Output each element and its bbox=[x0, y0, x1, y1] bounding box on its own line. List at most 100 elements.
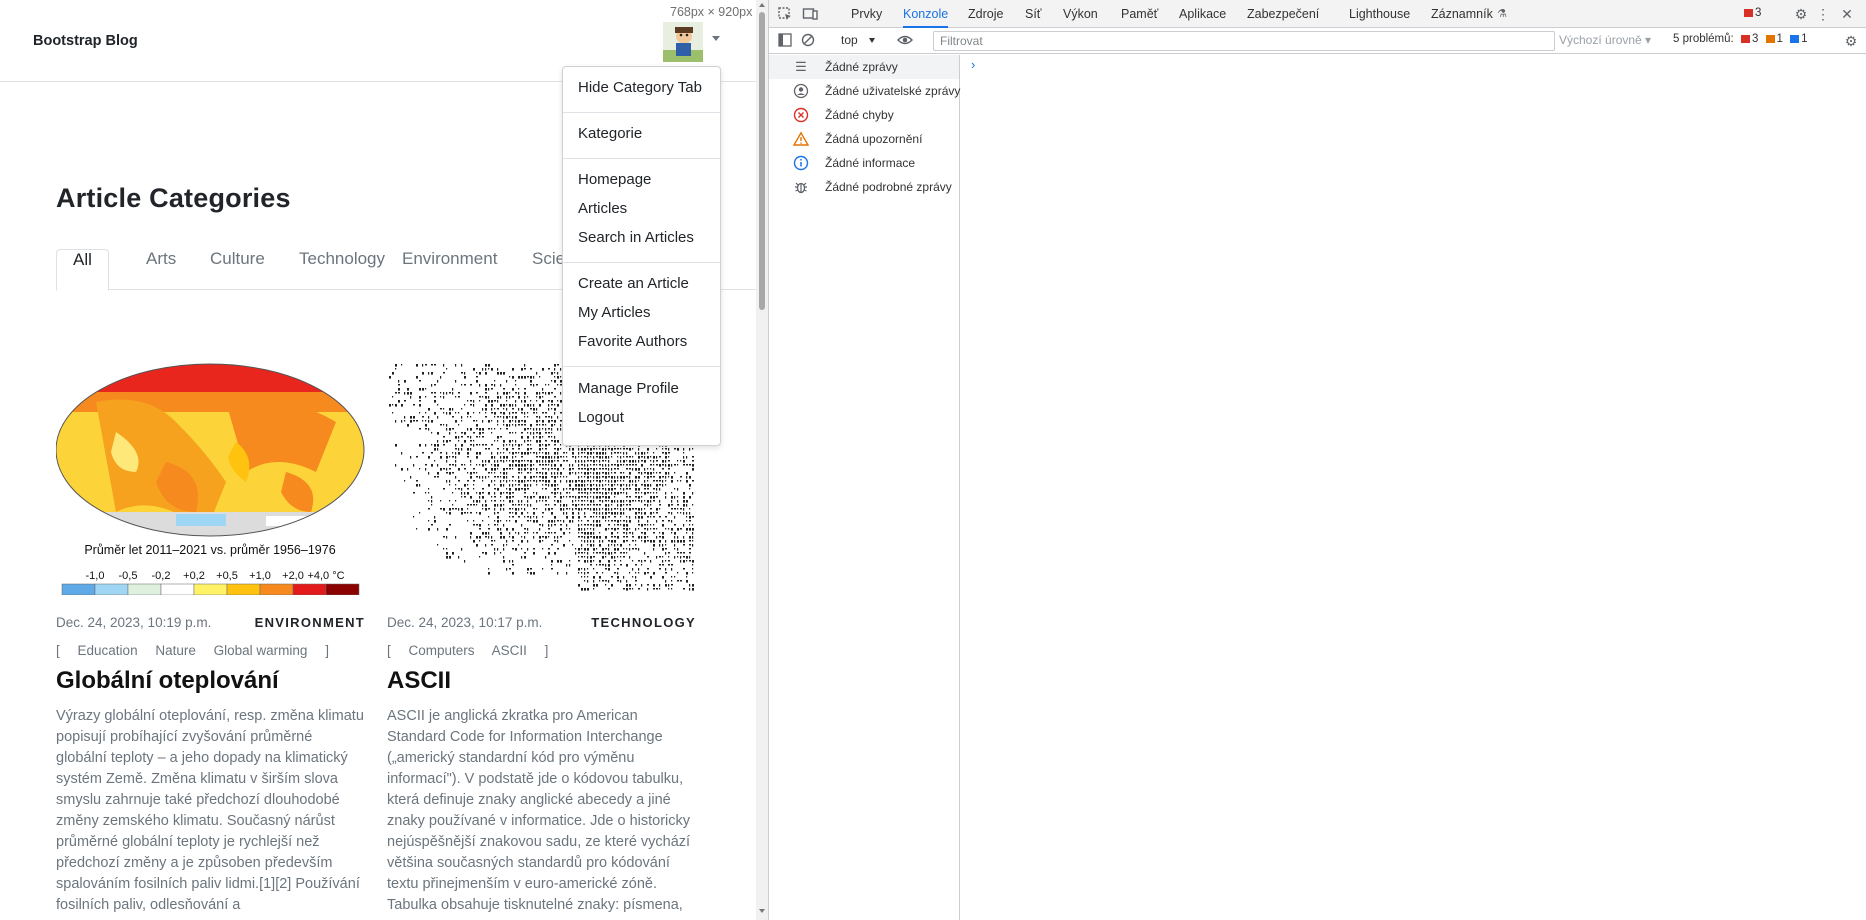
ascii-pixel bbox=[485, 372, 487, 375]
tab-all[interactable]: All bbox=[56, 249, 109, 291]
menu-item-kategorie[interactable]: Kategorie bbox=[578, 125, 642, 142]
tag[interactable]: Computers bbox=[409, 643, 475, 658]
clear-console-icon[interactable] bbox=[800, 33, 816, 49]
device-toolbar-icon[interactable] bbox=[802, 6, 818, 22]
devtools-tab-security[interactable]: Zabezpečení bbox=[1247, 0, 1319, 28]
ascii-pixel bbox=[542, 480, 544, 482]
devtools-tab-sources[interactable]: Zdroje bbox=[968, 0, 1003, 28]
ascii-pixel bbox=[518, 472, 520, 474]
tag[interactable]: ASCII bbox=[492, 643, 527, 658]
ascii-pixel bbox=[521, 500, 523, 503]
settings-gear-icon[interactable]: ⚙ bbox=[1793, 6, 1809, 22]
ascii-pixel bbox=[581, 448, 583, 451]
error-badge[interactable]: 3 bbox=[1744, 7, 1761, 19]
scroll-down-arrow[interactable] bbox=[759, 909, 765, 913]
menu-item-my-articles[interactable]: My Articles bbox=[578, 304, 651, 321]
devtools-tab-elements[interactable]: Prvky bbox=[851, 0, 882, 28]
menu-item-articles[interactable]: Articles bbox=[578, 200, 627, 217]
menu-item-manage-profile[interactable]: Manage Profile bbox=[578, 380, 679, 397]
menu-item-search-in-articles[interactable]: Search in Articles bbox=[578, 229, 694, 246]
devtools-tab-recorder[interactable]: Záznamník bbox=[1431, 0, 1493, 28]
user-avatar[interactable] bbox=[663, 22, 703, 62]
console-filter-input[interactable]: Filtrovat bbox=[933, 31, 1555, 51]
sidebar-item-info[interactable]: Žádné informace bbox=[769, 151, 959, 175]
tag[interactable]: Nature bbox=[155, 643, 196, 658]
problems-counter[interactable]: 5 problémů: 3 1 1 bbox=[1673, 33, 1808, 45]
ascii-pixel bbox=[503, 476, 505, 479]
menu-item-hide-category-tab[interactable]: Hide Category Tab bbox=[578, 79, 702, 96]
scrollbar-thumb[interactable] bbox=[759, 12, 765, 310]
devtools-tab-performance[interactable]: Výkon bbox=[1063, 0, 1098, 28]
article-title[interactable]: Globální oteplování bbox=[56, 667, 279, 695]
article-category[interactable]: TECHNOLOGY bbox=[591, 615, 696, 630]
devtools-tab-console[interactable]: Konzole bbox=[903, 0, 949, 28]
ascii-pixel bbox=[638, 460, 640, 463]
ascii-pixel bbox=[491, 544, 493, 546]
ascii-pixel bbox=[596, 572, 598, 574]
ascii-pixel bbox=[587, 528, 589, 530]
more-options-icon[interactable]: ⋮ bbox=[1815, 6, 1831, 22]
tab-environment[interactable]: Environment bbox=[386, 249, 513, 290]
close-icon[interactable]: ✕ bbox=[1839, 6, 1855, 22]
devtools-tab-lighthouse[interactable]: Lighthouse bbox=[1349, 0, 1410, 28]
ascii-pixel bbox=[554, 444, 556, 446]
page-scrollbar[interactable] bbox=[756, 0, 768, 920]
article-image[interactable]: Průměr let 2011–2021 vs. průměr 1956–197… bbox=[56, 362, 365, 595]
ascii-pixel bbox=[449, 464, 451, 466]
console-output[interactable]: › bbox=[961, 55, 1866, 920]
brand-link[interactable]: Bootstrap Blog bbox=[33, 33, 138, 49]
ascii-pixel bbox=[665, 528, 667, 530]
tab-technology[interactable]: Technology bbox=[283, 249, 401, 290]
ascii-pixel bbox=[515, 508, 517, 511]
ascii-pixel bbox=[422, 372, 424, 375]
ascii-pixel bbox=[452, 392, 454, 395]
chevron-down-icon[interactable] bbox=[869, 38, 875, 43]
menu-item-create-article[interactable]: Create an Article bbox=[578, 275, 689, 292]
sidebar-item-errors[interactable]: Žádné chyby bbox=[769, 103, 959, 127]
sidebar-toggle-icon[interactable] bbox=[777, 33, 793, 49]
ascii-pixel bbox=[509, 492, 511, 495]
ascii-pixel bbox=[644, 552, 646, 555]
ascii-pixel bbox=[530, 384, 532, 386]
ascii-pixel bbox=[641, 464, 643, 467]
sidebar-item-verbose[interactable]: Žádné podrobné zprávy bbox=[769, 175, 959, 199]
devtools-tab-network[interactable]: Síť bbox=[1025, 0, 1042, 28]
ascii-pixel bbox=[545, 536, 547, 539]
scroll-up-arrow[interactable] bbox=[759, 3, 765, 7]
ascii-pixel bbox=[686, 456, 688, 459]
ascii-pixel bbox=[485, 468, 487, 471]
ascii-pixel bbox=[413, 420, 415, 422]
legend-swatch bbox=[226, 583, 261, 595]
ascii-pixel bbox=[506, 488, 508, 490]
chevron-down-icon[interactable] bbox=[712, 36, 720, 41]
context-selector[interactable]: top bbox=[841, 33, 858, 47]
devtools-tab-memory[interactable]: Paměť bbox=[1121, 0, 1158, 28]
article-category[interactable]: ENVIRONMENT bbox=[255, 615, 365, 630]
ascii-pixel bbox=[515, 416, 517, 419]
tab-culture[interactable]: Culture bbox=[194, 249, 281, 290]
tag[interactable]: Education bbox=[78, 643, 138, 658]
devtools-tab-application[interactable]: Aplikace bbox=[1179, 0, 1226, 28]
sidebar-item-user-messages[interactable]: Žádné uživatelské zprávy bbox=[769, 79, 960, 103]
menu-item-logout[interactable]: Logout bbox=[578, 409, 624, 426]
sidebar-item-messages[interactable]: ☰ Žádné zprávy bbox=[769, 55, 959, 79]
ascii-pixel bbox=[389, 376, 391, 379]
article-title[interactable]: ASCII bbox=[387, 667, 451, 695]
ascii-pixel bbox=[647, 476, 649, 479]
inspect-element-icon[interactable] bbox=[777, 6, 793, 22]
log-levels-dropdown[interactable]: Výchozí úrovně ▾ bbox=[1559, 33, 1651, 47]
menu-item-homepage[interactable]: Homepage bbox=[578, 171, 651, 188]
ascii-pixel bbox=[635, 580, 637, 582]
ascii-pixel bbox=[638, 588, 640, 590]
ascii-pixel bbox=[605, 488, 607, 491]
tab-arts[interactable]: Arts bbox=[130, 249, 192, 290]
ascii-pixel bbox=[641, 560, 643, 563]
ascii-pixel bbox=[614, 524, 616, 526]
tag[interactable]: Global warming bbox=[214, 643, 308, 658]
console-prompt-chevron-icon[interactable]: › bbox=[971, 57, 975, 72]
menu-item-favorite-authors[interactable]: Favorite Authors bbox=[578, 333, 687, 350]
live-expression-eye-icon[interactable] bbox=[897, 33, 913, 49]
sidebar-item-warnings[interactable]: Žádná upozornění bbox=[769, 127, 959, 151]
ascii-pixel bbox=[635, 452, 637, 455]
console-settings-gear-icon[interactable]: ⚙ bbox=[1843, 33, 1859, 49]
